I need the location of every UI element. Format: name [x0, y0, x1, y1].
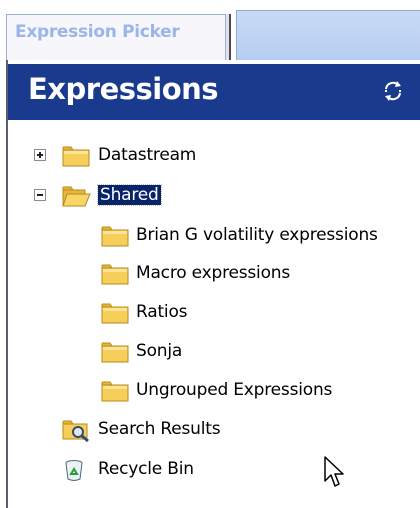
tree-node-brian-g-volatility[interactable]: Brian G volatility expressions [8, 223, 420, 247]
folder-closed-icon [100, 262, 130, 286]
tree-node-ratios[interactable]: Ratios [8, 300, 420, 324]
tree-node-label: Sonja [136, 341, 183, 361]
tree-node-sonja[interactable]: Sonja [8, 339, 420, 363]
expand-toggle[interactable] [34, 149, 46, 161]
mouse-cursor-icon [324, 456, 346, 490]
panel-title: Expressions [28, 72, 219, 106]
tab-strip: Expression Picker [0, 0, 420, 61]
folder-closed-icon [100, 340, 130, 364]
folder-closed-icon [100, 301, 130, 325]
expression-tree: Datastream Shared Brian G volatility exp… [8, 120, 420, 508]
tree-node-label-selected: Shared [97, 184, 162, 206]
tree-node-label: Recycle Bin [98, 459, 194, 479]
collapse-toggle[interactable] [34, 189, 46, 201]
folder-closed-icon [100, 224, 130, 248]
tab-edge [226, 14, 231, 60]
folder-open-icon [61, 184, 91, 208]
recycle-bin-icon [64, 458, 94, 482]
tree-node-macro-expressions[interactable]: Macro expressions [8, 261, 420, 285]
tab-strip-background [236, 10, 420, 61]
tree-node-label: Datastream [98, 145, 197, 165]
tab-expression-picker-label: Expression Picker [15, 22, 180, 42]
tree-node-label: Ratios [136, 302, 188, 322]
tree-node-datastream[interactable]: Datastream [8, 143, 420, 167]
folder-closed-icon [61, 144, 91, 168]
folder-closed-icon [100, 379, 130, 403]
expression-picker-window: Expression Picker Expressions Datastream… [0, 0, 420, 508]
expressions-panel: Expressions Datastream Shared Brian G vo… [6, 60, 420, 508]
tree-node-label: Macro expressions [136, 263, 291, 283]
panel-header: Expressions [8, 64, 420, 120]
tree-node-search-results[interactable]: Search Results [8, 417, 420, 443]
tree-node-label: Brian G volatility expressions [136, 225, 378, 245]
tree-node-recycle-bin[interactable]: Recycle Bin [8, 457, 420, 481]
tree-node-label: Ungrouped Expressions [136, 380, 333, 400]
refresh-icon[interactable] [382, 79, 404, 103]
search-folder-icon [61, 418, 91, 443]
tree-node-shared[interactable]: Shared [8, 183, 420, 207]
tree-node-ungrouped-expressions[interactable]: Ungrouped Expressions [8, 378, 420, 402]
tree-node-label: Search Results [98, 419, 221, 439]
tab-expression-picker[interactable]: Expression Picker [6, 14, 226, 60]
